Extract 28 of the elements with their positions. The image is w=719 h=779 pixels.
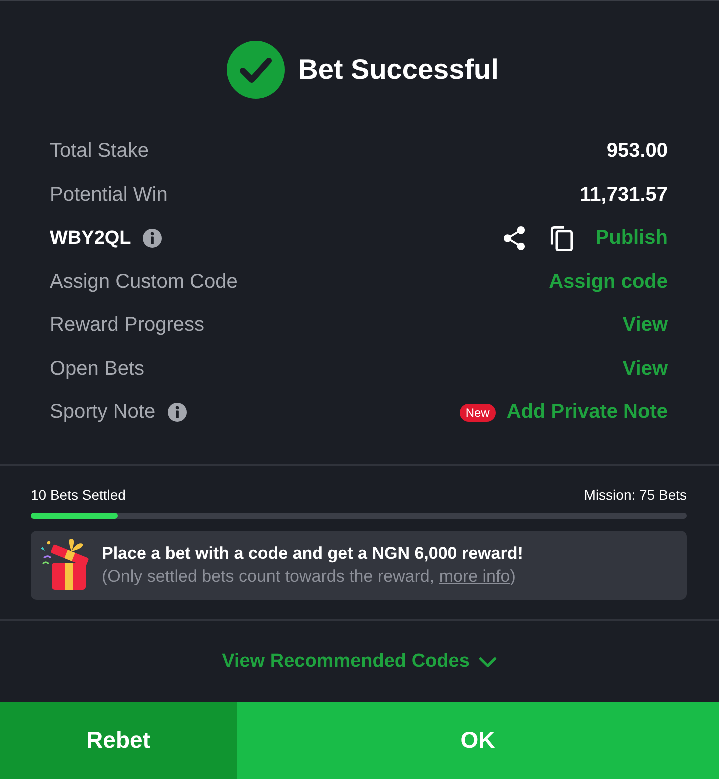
- info-icon[interactable]: [143, 229, 162, 248]
- dialog-title: Bet Successful: [298, 54, 499, 86]
- detail-label: Open Bets: [50, 358, 145, 381]
- detail-label: Assign Custom Code: [50, 270, 238, 294]
- promo-note: (Only settled bets count towards the reward, more info): [102, 566, 517, 586]
- detail-value: 11,731.57: [580, 184, 668, 207]
- detail-label: Reward Progress: [50, 314, 205, 338]
- action-link[interactable]: View: [622, 314, 668, 338]
- settled-count: 10 Bets Settled: [31, 486, 126, 502]
- promo-headline: Place a bet with a code and get a NGN 6,000 reward!: [102, 544, 524, 564]
- action-link[interactable]: Assign code: [549, 270, 668, 294]
- new-badge: New: [460, 404, 496, 422]
- action-link[interactable]: View: [622, 358, 668, 381]
- view-recommended-codes-button[interactable]: View Recommended Codes: [222, 651, 497, 674]
- rebet-button[interactable]: Rebet: [0, 702, 237, 779]
- more-info-link[interactable]: more info: [439, 566, 510, 586]
- detail-label: Sporty Note: [50, 401, 156, 424]
- booking-code: WBY2QL: [50, 228, 132, 250]
- mission-target: Mission: 75 Bets: [584, 486, 687, 502]
- detail-label: Total Stake: [50, 140, 149, 164]
- check-circle-icon: [227, 41, 286, 99]
- action-link[interactable]: Add Private Note: [506, 401, 668, 424]
- info-icon[interactable]: [168, 403, 187, 422]
- publish-link[interactable]: Publish: [596, 227, 668, 250]
- detail-label: Potential Win: [50, 184, 168, 207]
- copy-icon[interactable]: [550, 226, 573, 252]
- detail-value: 953.00: [606, 140, 668, 164]
- share-icon[interactable]: [502, 226, 526, 252]
